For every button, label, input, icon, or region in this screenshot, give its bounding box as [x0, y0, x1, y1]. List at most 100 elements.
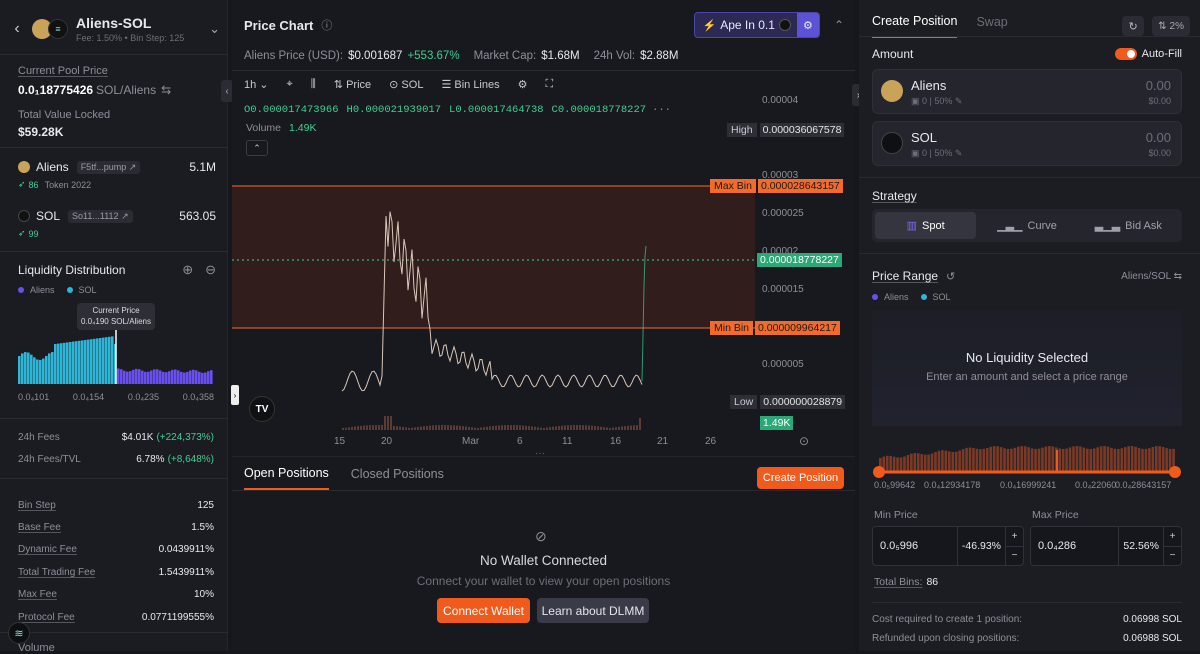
- info-icon[interactable]: ⓘ: [321, 17, 332, 33]
- fee-label: Dynamic Fee: [18, 544, 77, 556]
- expand-handle-icon[interactable]: ›: [231, 385, 239, 405]
- strategy-bid-ask[interactable]: ▃▁▃ Bid Ask: [1078, 212, 1179, 239]
- cost-row: Cost required to create 1 position: 0.06…: [872, 614, 1182, 625]
- candle-type-icon[interactable]: ⫼: [311, 78, 316, 91]
- volume-readout: Volume 1.49K: [246, 122, 316, 134]
- connect-wallet-button[interactable]: Connect Wallet: [437, 598, 530, 623]
- chart-settings-icon[interactable]: ⚙: [518, 78, 528, 91]
- collapse-legend-icon[interactable]: ⌃: [246, 140, 268, 156]
- ape-in-button[interactable]: ⚡ Ape In 0.1 ⚙: [693, 12, 820, 38]
- swap-direction-icon[interactable]: ⇆: [161, 83, 171, 97]
- price-range-label: Price Range: [872, 269, 939, 283]
- tab-swap[interactable]: Swap: [976, 15, 1007, 37]
- range-bar: [906, 455, 910, 472]
- pool-fee: Fee: 1.50%: [76, 33, 123, 43]
- token-address-chip[interactable]: F5tf...pump ↗: [76, 160, 141, 174]
- bin-lines-toggle[interactable]: ☰ Bin Lines: [441, 78, 499, 91]
- volume-bar: [447, 425, 449, 430]
- total-bins-value: 86: [926, 576, 939, 588]
- tab-closed-positions[interactable]: Closed Positions: [351, 467, 444, 489]
- min-price-label: Min Price: [874, 509, 918, 521]
- autofill-toggle[interactable]: [1114, 48, 1137, 60]
- slippage-button[interactable]: ⇅ 2%: [1152, 16, 1190, 36]
- range-bar: [1027, 447, 1030, 472]
- settings-gear-icon[interactable]: ⚙: [796, 13, 819, 37]
- pair-toggle[interactable]: Aliens/SOL ⇆: [1121, 271, 1182, 282]
- liquidity-bar: [60, 343, 63, 384]
- tab-create-position[interactable]: Create Position: [872, 14, 958, 38]
- range-bar: [1158, 446, 1162, 472]
- sol-toggle[interactable]: ⊙ SOL: [389, 78, 423, 91]
- x-tick: 15: [334, 436, 346, 447]
- y-tick: 0.000005: [762, 359, 804, 370]
- plus-icon[interactable]: +: [1006, 527, 1023, 547]
- price-toggle[interactable]: ⇅ Price: [334, 78, 371, 91]
- range-bar: [982, 448, 986, 472]
- tradingview-logo-icon[interactable]: TV: [249, 396, 275, 422]
- ohlc-close: C0.000018778227: [551, 104, 647, 116]
- aliens-amount-input[interactable]: Aliens ▣ 0 | 50% ✎ 0.00 $0.00: [872, 69, 1182, 114]
- volume-bar: [627, 425, 629, 430]
- strategy-spot[interactable]: ▥ Spot: [875, 212, 977, 239]
- range-bar: [1103, 446, 1106, 472]
- x-tick: 16: [610, 436, 622, 447]
- indicator-icon[interactable]: ⌖: [287, 78, 293, 91]
- volume-bar: [372, 425, 374, 430]
- liquidity-bar: [150, 370, 153, 384]
- volume-bar: [456, 425, 458, 430]
- strategy-curve[interactable]: ▁▃▁ Curve: [976, 212, 1077, 239]
- range-bar: [1165, 448, 1168, 472]
- strategy-label: Curve: [1027, 219, 1057, 232]
- refresh-icon[interactable]: ↻: [1122, 16, 1145, 36]
- liquidity-bar: [27, 352, 30, 384]
- resize-handle-icon[interactable]: ···: [535, 448, 545, 459]
- volume-bar: [366, 425, 368, 430]
- price-chart[interactable]: O0.000017473966 H0.000021939017 L0.00001…: [232, 95, 855, 448]
- range-bar: [1065, 448, 1068, 472]
- range-handle-min[interactable]: [873, 466, 885, 478]
- app-logo-icon[interactable]: ≋: [8, 622, 30, 644]
- volume-bar: [606, 427, 608, 430]
- chevron-down-icon[interactable]: ⌄: [209, 21, 220, 37]
- range-handle-max[interactable]: [1169, 466, 1181, 478]
- range-bar: [885, 455, 889, 472]
- sol-amount-input[interactable]: SOL ▣ 0 | 50% ✎ 0.00 $0.00: [872, 121, 1182, 166]
- sol-dot: [920, 294, 927, 300]
- volume-bar: [531, 426, 533, 430]
- volume-bar: [390, 416, 392, 430]
- total-bins-label: Total Bins:: [874, 576, 923, 588]
- liquidity-bar: [183, 372, 186, 384]
- volume-bar: [465, 426, 467, 430]
- refund-row: Refunded upon closing positions: 0.06988…: [872, 633, 1182, 644]
- no-wallet-subtitle: Connect your wallet to view your open po…: [416, 574, 671, 588]
- min-price-input[interactable]: 0.0₅996 -46.93% + −: [872, 526, 1024, 566]
- collapse-chart-icon[interactable]: ⌃: [834, 18, 844, 32]
- volume-bar: [513, 425, 515, 430]
- zoom-out-icon[interactable]: ⊖: [205, 262, 216, 278]
- tab-open-positions[interactable]: Open Positions: [244, 466, 329, 490]
- fullscreen-icon[interactable]: ⛶: [546, 78, 554, 91]
- fee-value: 125: [197, 499, 214, 511]
- token-address-chip[interactable]: So11...1112 ↗: [68, 209, 133, 223]
- chart-toolbar: 1h ⌄ ⌖ ⫼ ⇅ Price ⊙ SOL ☰ Bin Lines ⚙ ⛶: [244, 76, 553, 92]
- zoom-in-icon[interactable]: ⊕: [182, 262, 193, 278]
- range-bar: [1086, 448, 1089, 472]
- plus-icon[interactable]: +: [1164, 527, 1181, 547]
- reset-range-icon[interactable]: ↺: [946, 270, 955, 283]
- range-bar: [896, 457, 899, 472]
- create-position-button[interactable]: Create Position: [757, 467, 844, 489]
- minus-icon[interactable]: −: [1164, 547, 1181, 566]
- current-price-unit: SOL/Aliens: [96, 83, 157, 97]
- max-price-input[interactable]: 0.0₄286 52.56% + −: [1030, 526, 1182, 566]
- interval-select[interactable]: 1h ⌄: [244, 78, 269, 91]
- volume-bar: [420, 426, 422, 430]
- range-bar: [1117, 448, 1120, 472]
- min-bin-value: 0.000009964217: [755, 321, 840, 335]
- minus-icon[interactable]: −: [1006, 547, 1023, 566]
- back-arrow-icon[interactable]: ‹: [10, 20, 24, 38]
- time-settings-icon[interactable]: ⊙: [799, 434, 809, 448]
- range-bar: [1030, 448, 1034, 472]
- total-bins-row: Total Bins: 86: [874, 576, 938, 588]
- learn-dlmm-button[interactable]: Learn about DLMM: [537, 598, 649, 623]
- fee-value: 0.0439911%: [158, 544, 214, 556]
